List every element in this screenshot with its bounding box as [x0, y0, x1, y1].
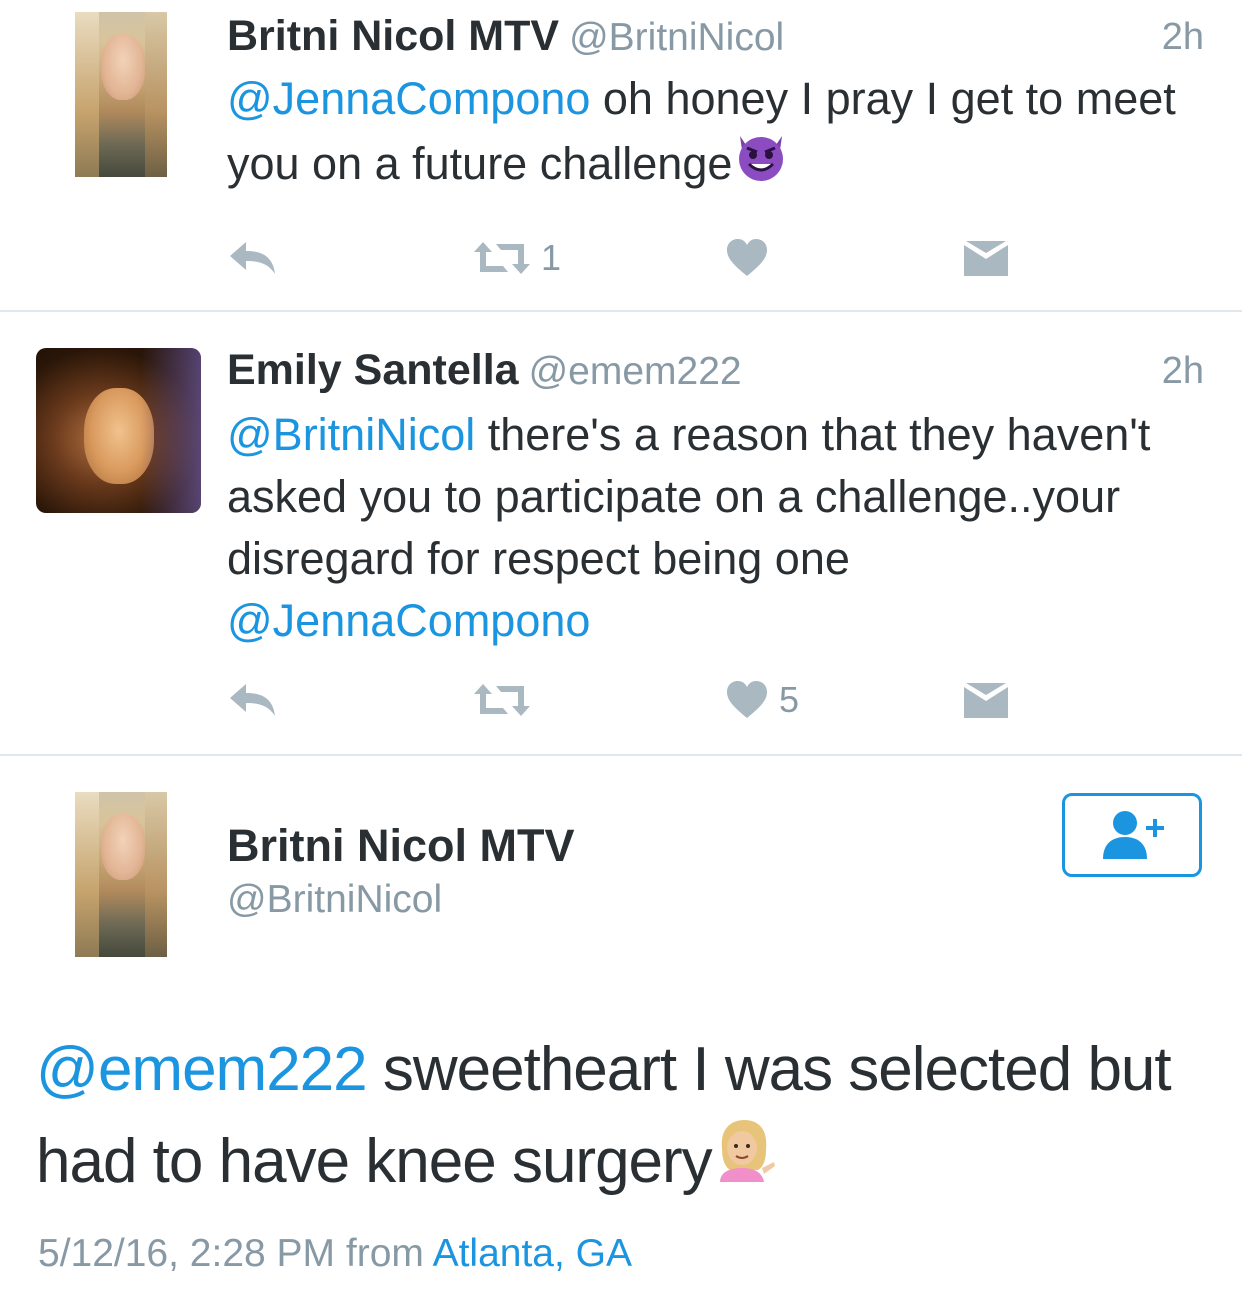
avatar[interactable]	[75, 792, 167, 957]
add-user-icon	[1103, 811, 1164, 859]
reply-icon	[230, 684, 275, 716]
smiling-imp-emoji	[732, 126, 790, 200]
tweet-britni[interactable]: Britni Nicol MTV @BritniNicol 2h @JennaCo…	[0, 0, 1242, 310]
author-handle: @emem222	[528, 350, 742, 393]
author-handle[interactable]: @BritniNicol	[227, 878, 442, 922]
mention-link[interactable]: @JennaCompono	[227, 73, 590, 124]
tweet-author[interactable]: Emily Santella @emem222	[227, 346, 742, 395]
tweet-text: @emem222 sweetheart I was selected but h…	[36, 1024, 1216, 1212]
mention-link[interactable]: @emem222	[36, 1035, 368, 1104]
avatar[interactable]	[75, 12, 167, 177]
reply-icon	[230, 242, 275, 274]
author-handle: @BritniNicol	[569, 16, 785, 59]
tweet-time: 2h	[1161, 16, 1204, 58]
location-link[interactable]: Atlanta, GA	[433, 1232, 632, 1275]
author-name: Emily Santella	[227, 346, 519, 394]
like-button[interactable]	[725, 233, 779, 283]
retweet-button[interactable]: 1	[473, 233, 561, 283]
information-desk-person-emoji	[712, 1116, 776, 1208]
mention-link[interactable]: @JennaCompono	[227, 595, 590, 646]
envelope-icon	[964, 241, 1008, 276]
like-button[interactable]: 5	[725, 675, 799, 725]
retweet-icon	[474, 684, 530, 716]
heart-icon	[727, 681, 767, 718]
retweet-count: 1	[541, 237, 562, 278]
like-count: 5	[779, 679, 800, 720]
tweet-author[interactable]: Britni Nicol MTV @BritniNicol	[227, 12, 784, 61]
mention-link[interactable]: @BritniNicol	[227, 409, 475, 460]
reply-button[interactable]	[228, 675, 278, 725]
tweet-emily[interactable]: Emily Santella @emem222 2h @BritniNicol t…	[0, 312, 1242, 754]
tweet-text: @BritniNicol there's a reason that they …	[227, 404, 1217, 652]
tweet-time: 2h	[1161, 350, 1204, 392]
heart-icon	[727, 239, 767, 276]
dm-button[interactable]	[963, 675, 1009, 725]
tweet-meta: 5/12/16, 2:28 PM from Atlanta, GA	[38, 1232, 632, 1276]
envelope-icon	[964, 683, 1008, 718]
follow-button[interactable]	[1062, 793, 1202, 877]
tweet-date: 5/12/16, 2:28 PM from	[38, 1232, 433, 1275]
dm-button[interactable]	[963, 233, 1009, 283]
retweet-icon	[474, 242, 530, 274]
tweet-text: @JennaCompono oh honey I pray I get to m…	[227, 68, 1187, 204]
avatar[interactable]	[36, 348, 201, 513]
retweet-button[interactable]	[473, 675, 541, 725]
reply-button[interactable]	[228, 233, 278, 283]
author-name[interactable]: Britni Nicol MTV	[227, 820, 575, 872]
author-name: Britni Nicol MTV	[227, 12, 560, 60]
